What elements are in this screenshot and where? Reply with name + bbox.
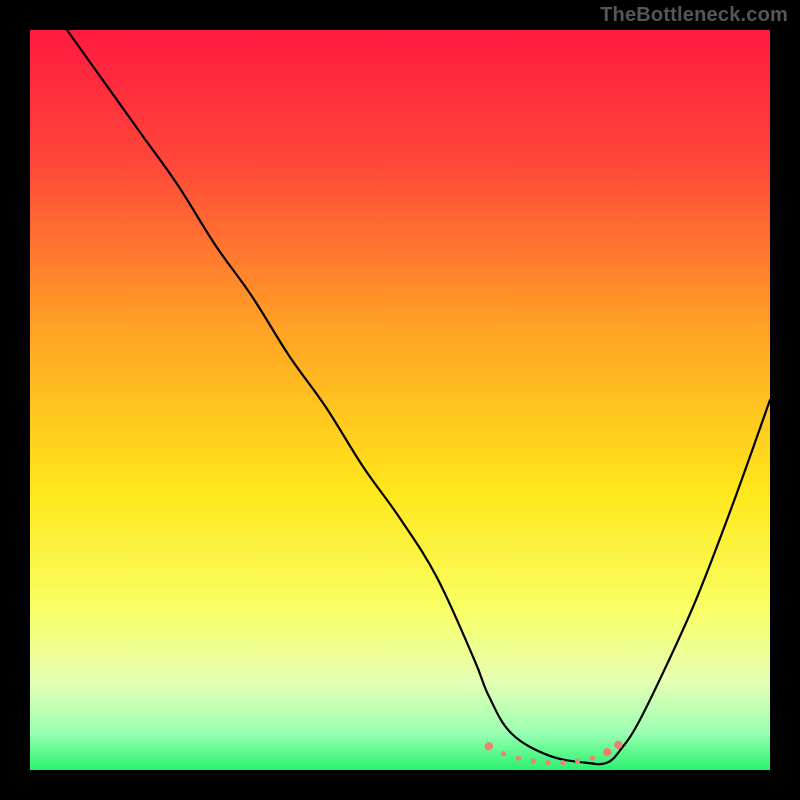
marker-dot [575, 759, 580, 764]
marker-dot [590, 756, 595, 761]
plot-area [30, 30, 770, 770]
marker-dot [545, 760, 550, 765]
watermark-text: TheBottleneck.com [600, 4, 788, 27]
marker-dot [531, 759, 536, 764]
marker-dot [603, 748, 611, 756]
marker-dot [516, 756, 521, 761]
marker-dot [560, 760, 565, 765]
marker-dot [485, 742, 493, 750]
chart-svg [30, 30, 770, 770]
marker-dot [614, 741, 622, 749]
marker-dot [501, 751, 506, 756]
gradient-background [30, 30, 770, 770]
chart-container: { "watermark": "TheBottleneck.com", "cha… [0, 0, 800, 800]
